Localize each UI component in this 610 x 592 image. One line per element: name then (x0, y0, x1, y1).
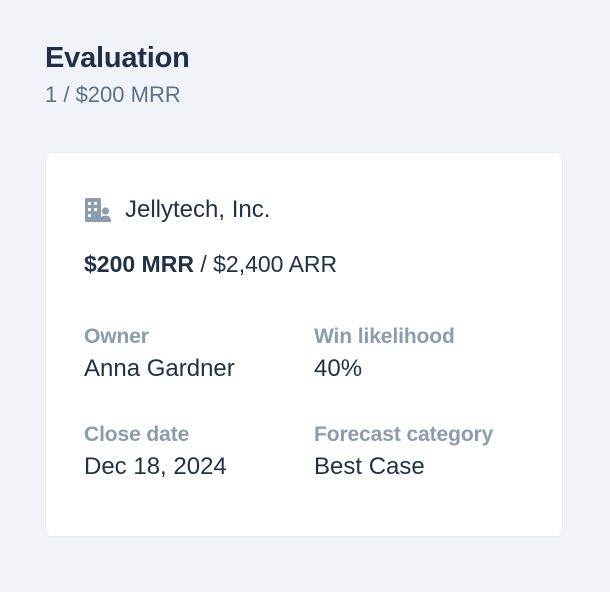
close-date-label: Close date (84, 423, 190, 446)
pipeline-column-header: Evaluation 1 / $200 MRR (45, 38, 190, 110)
building-user-icon (85, 198, 111, 222)
company-name[interactable]: Jellytech, Inc. (125, 195, 270, 225)
owner-label: Owner (84, 325, 149, 348)
deal-arr: $2,400 ARR (213, 251, 338, 277)
stage-summary: 1 / $200 MRR (45, 82, 181, 107)
forecast-category-value: Best Case (314, 453, 425, 480)
win-likelihood-value: 40% (314, 355, 363, 382)
win-likelihood-field: Win likelihood 40% (314, 323, 455, 385)
stage-title: Evaluation (45, 42, 190, 74)
deal-card[interactable]: Jellytech, Inc. $200 MRR / $2,400 ARR Ow… (46, 153, 562, 536)
deal-mrr: $200 MRR (84, 251, 194, 277)
win-likelihood-label: Win likelihood (314, 325, 455, 348)
forecast-category-label: Forecast category (314, 423, 494, 446)
company-row: Jellytech, Inc. (85, 195, 270, 225)
forecast-category-field: Forecast category Best Case (314, 421, 493, 483)
owner-value: Anna Gardner (84, 355, 235, 382)
deal-amount: $200 MRR / $2,400 ARR (84, 249, 337, 279)
close-date-value: Dec 18, 2024 (84, 453, 227, 480)
close-date-field: Close date Dec 18, 2024 (84, 421, 227, 483)
owner-field: Owner Anna Gardner (84, 323, 235, 385)
amount-separator: / (193, 251, 214, 277)
